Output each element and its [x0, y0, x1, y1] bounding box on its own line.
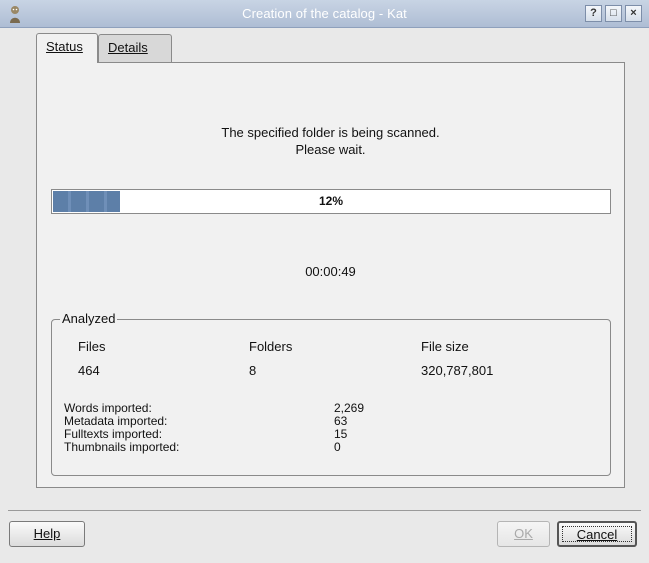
maximize-button[interactable]: □ [605, 5, 622, 22]
filesize-header: File size [421, 339, 469, 354]
footer-separator [8, 510, 641, 511]
thumbnails-imported-label: Thumbnails imported: [64, 440, 180, 454]
files-value: 464 [78, 363, 100, 378]
ok-button-label: OK [514, 526, 533, 541]
elapsed-time: 00:00:49 [305, 264, 356, 279]
close-button[interactable]: × [625, 5, 642, 22]
scan-message-line2: Please wait. [295, 142, 366, 157]
cancel-focus-ring: Cancel [562, 526, 632, 542]
analyzed-group: Analyzed Files Folders File size 464 8 3… [51, 311, 611, 476]
ok-button[interactable]: OK [497, 521, 550, 547]
help-button-label: Help [33, 526, 61, 541]
status-panel: The specified folder is being scanned. P… [36, 62, 625, 488]
tab-status-label: Status [46, 39, 83, 54]
cancel-button-label: Cancel [576, 527, 618, 542]
tab-details-label: Details [108, 40, 148, 55]
scan-message-line1: The specified folder is being scanned. [221, 125, 440, 140]
title-bar[interactable]: Creation of the catalog - Kat ? □ × [0, 0, 649, 28]
files-header: Files [78, 339, 106, 354]
folders-value: 8 [249, 363, 257, 378]
progress-bar: 12% [51, 189, 611, 214]
folders-header: Folders [249, 339, 293, 354]
cancel-button[interactable]: Cancel [557, 521, 637, 547]
tab-details[interactable]: Details [98, 34, 172, 62]
thumbnails-imported-value: 0 [334, 440, 341, 454]
tab-status[interactable]: Status [36, 33, 98, 63]
filesize-value: 320,787,801 [421, 363, 494, 378]
analyzed-group-title: Analyzed [60, 311, 118, 326]
help-window-button[interactable]: ? [585, 5, 602, 22]
help-button[interactable]: Help [9, 521, 85, 547]
progress-label: 12% [318, 194, 344, 208]
window-title: Creation of the catalog - Kat [242, 6, 407, 21]
